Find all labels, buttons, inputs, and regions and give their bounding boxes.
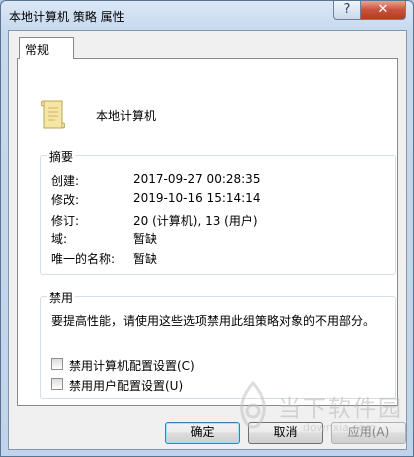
watermark-sub: downxia.com: [303, 421, 376, 434]
policy-name: 本地计算机: [96, 109, 157, 123]
document-scroll-icon: [41, 100, 65, 129]
watermark-logo-icon: [240, 380, 266, 429]
unique-name-value: 暂缺: [133, 252, 158, 266]
summary-legend: 摘要: [47, 148, 76, 165]
close-icon: ✕: [377, 2, 389, 17]
help-button[interactable]: ?: [333, 1, 361, 20]
watermark: 当下软件园 downxia.com: [233, 379, 408, 445]
title-bar[interactable]: 本地计算机 策略 属性 ? ✕: [1, 1, 413, 29]
disable-user-config-label: 禁用用户配置设置(U): [69, 379, 184, 393]
domain-value: 暂缺: [133, 232, 158, 246]
summary-group: 摘要 创建: 2017-09-27 00:28:35 修改: 2019-10-1…: [40, 148, 396, 275]
watermark-text: 当下软件园: [278, 396, 403, 422]
created-value: 2017-09-27 00:28:35: [133, 172, 261, 186]
ok-button[interactable]: 确定: [165, 422, 240, 444]
disable-legend: 禁用: [47, 289, 76, 306]
checkbox[interactable]: [51, 358, 63, 370]
help-icon: ?: [343, 2, 351, 17]
unique-name-label: 唯一的名称:: [51, 252, 116, 266]
properties-dialog: 本地计算机 策略 属性 ? ✕ 常规 本地计算机 摘要 创建: 2017-09-…: [0, 0, 414, 457]
general-tab-page: 本地计算机 摘要 创建: 2017-09-27 00:28:35 修改: 201…: [17, 58, 398, 406]
modified-value: 2019-10-16 15:14:14: [133, 191, 261, 205]
disable-computer-config-label: 禁用计算机配置设置(C): [69, 359, 195, 373]
revision-value: 20 (计算机), 13 (用户): [133, 214, 258, 228]
tab-general[interactable]: 常规: [19, 37, 74, 59]
revision-label: 修订:: [51, 214, 80, 228]
checkbox[interactable]: [51, 378, 63, 390]
tab-general-label: 常规: [25, 43, 50, 57]
domain-label: 域:: [51, 232, 68, 246]
disable-description: 要提高性能，请使用这些选项禁用此组策略对象的不用部分。: [51, 314, 376, 328]
window-title: 本地计算机 策略 属性: [9, 10, 125, 24]
created-label: 创建:: [51, 174, 80, 188]
modified-label: 修改:: [51, 193, 80, 207]
close-button[interactable]: ✕: [360, 1, 406, 20]
